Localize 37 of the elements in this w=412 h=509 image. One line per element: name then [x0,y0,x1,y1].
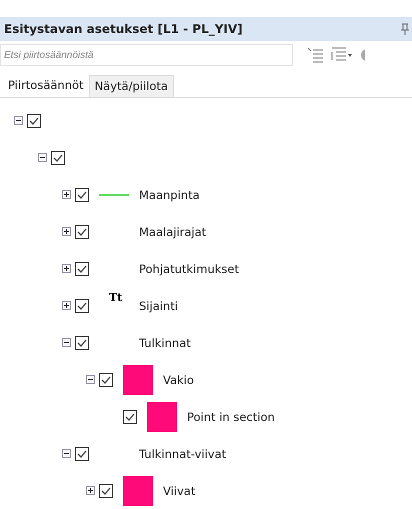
expand-icon[interactable] [62,264,71,273]
expand-icon[interactable] [62,301,71,310]
checkbox[interactable] [51,150,65,164]
tab[interactable]: Näytä/piilota [88,75,174,97]
tree-item-label[interactable]: Sijainti [139,298,178,312]
collapse-icon[interactable] [14,116,23,125]
collapse-icon[interactable] [38,153,47,162]
tree-item-label[interactable]: Pohjatutkimukset [139,262,239,276]
checkbox[interactable] [75,336,89,350]
collapse-icon[interactable] [62,338,71,347]
checkbox[interactable] [75,188,89,202]
checkbox[interactable] [99,372,113,386]
checkbox[interactable] [75,262,89,276]
checkbox[interactable] [75,298,89,312]
panel-title: Esitystavan asetukset [L1 - PL_YIV] [4,22,243,36]
tree-item-label[interactable]: Viivat [163,484,196,498]
tree-item-label[interactable]: Tulkinnat-viivat [139,446,226,460]
checkbox[interactable] [75,446,89,460]
checkbox[interactable] [123,410,137,424]
collapse-icon[interactable] [62,449,71,458]
list-icon[interactable] [307,47,325,63]
search-field[interactable]: Etsi piirtosäännöistä [0,44,293,66]
checkbox[interactable] [75,224,89,238]
tree-item-label[interactable]: Point in section [187,410,275,424]
text-symbol: Tt [109,290,122,304]
expand-icon[interactable] [62,190,71,199]
expand-icon[interactable] [62,227,71,236]
list-dropdown-icon[interactable] [331,47,353,63]
tree-item-label[interactable]: Vakio [163,372,194,386]
pin-icon[interactable] [401,23,409,35]
checkbox[interactable] [27,114,41,128]
expand-icon[interactable] [86,486,95,495]
tree-item-label[interactable]: Maalajirajat [139,224,206,238]
checkbox[interactable] [99,484,113,498]
collapse-icon[interactable] [86,375,95,384]
tree-item-label[interactable]: Maanpinta [139,188,200,202]
tree-item-label[interactable]: Tulkinnat [139,336,191,350]
